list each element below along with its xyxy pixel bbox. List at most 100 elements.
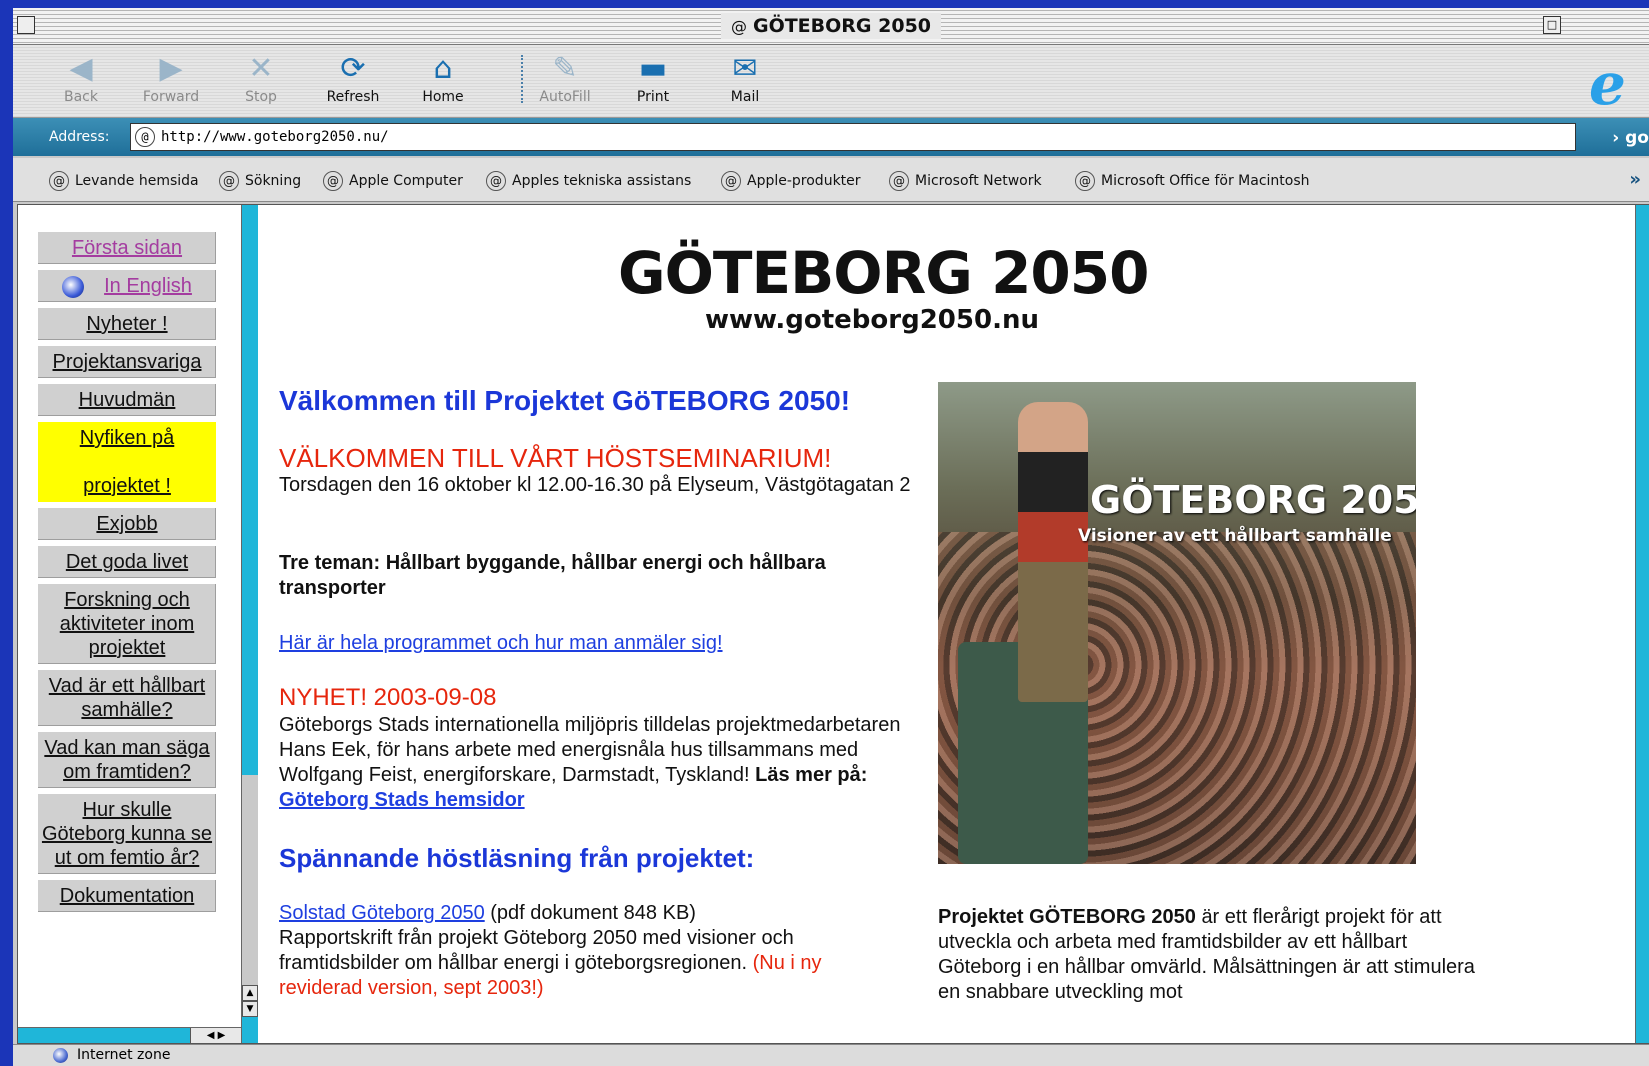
- refresh-label: Refresh: [326, 89, 380, 105]
- internet-explorer-logo: e: [1589, 50, 1626, 118]
- goteborg-stad-link[interactable]: Göteborg Stads hemsidor: [279, 789, 525, 811]
- solstad-pdf-link[interactable]: Solstad Göteborg 2050: [279, 902, 485, 924]
- page-icon: @: [135, 127, 155, 147]
- main-vertical-scrollbar[interactable]: [1635, 205, 1649, 1043]
- globe-icon: [53, 1048, 68, 1063]
- address-url: http://www.goteborg2050.nu/: [161, 129, 389, 145]
- main-frame: GÖTEBORG 2050 www.goteborg2050.nu Välkom…: [258, 205, 1649, 1043]
- mail-label: Mail: [730, 89, 760, 105]
- autofill-button[interactable]: ✎ AutoFill: [525, 49, 605, 105]
- favorite-label: Apples tekniska assistans: [512, 173, 692, 189]
- page-icon: @: [730, 17, 747, 36]
- autofill-icon: ✎: [552, 51, 578, 86]
- scroll-down-arrow-icon[interactable]: ▼: [242, 1001, 258, 1017]
- stop-x-icon: ✕: [248, 51, 274, 86]
- nav-item-label: In English: [104, 275, 192, 297]
- nav-vertical-scrollbar[interactable]: ▲ ▼: [241, 205, 259, 1043]
- scroll-up-arrow-icon[interactable]: ▲: [242, 985, 258, 1001]
- page-icon: @: [721, 171, 741, 191]
- favorite-label: Apple Computer: [349, 173, 463, 189]
- page-icon: @: [1075, 171, 1095, 191]
- favorite-item[interactable]: @ Levande hemsida: [49, 171, 199, 191]
- nav-item-dokumentation[interactable]: Dokumentation: [37, 879, 217, 913]
- toolbar: ◀ Back ▶ Forward ✕ Stop ⟳ Refresh ⌂ Home ✎ Aut…: [13, 45, 1649, 118]
- solstad-description: Rapportskrift från projekt Göteborg 2050…: [279, 927, 794, 974]
- home-icon: ⌂: [433, 51, 453, 86]
- favorite-item[interactable]: @ Apple Computer: [323, 171, 463, 191]
- nav-item-forskning[interactable]: Forskning och aktiviteter inom projektet: [37, 583, 217, 665]
- favorite-label: Microsoft Office för Macintosh: [1101, 173, 1310, 189]
- close-box[interactable]: [17, 16, 35, 34]
- nav-item-nyheter[interactable]: Nyheter !: [37, 307, 217, 341]
- nav-item-hallbart-samhalle[interactable]: Vad är ett hållbart samhälle?: [37, 669, 217, 727]
- home-button[interactable]: ⌂ Home: [403, 49, 483, 105]
- refresh-icon: ⟳: [340, 51, 366, 86]
- page-icon: @: [219, 171, 239, 191]
- home-label: Home: [422, 89, 464, 105]
- favorite-item[interactable]: @ Microsoft Network: [889, 171, 1042, 191]
- nav-frame: Första sidan In English Nyheter ! Projek…: [18, 205, 241, 1043]
- project-description: Projektet GÖTEBORG 2050 är ett flerårigt…: [938, 905, 1478, 1005]
- favorite-item[interactable]: @ Microsoft Office för Macintosh: [1075, 171, 1310, 191]
- poster-title: GÖTEBORG 2050: [1090, 478, 1416, 522]
- back-arrow-icon: ◀: [69, 51, 93, 86]
- nav-item-femtio-ar[interactable]: Hur skulle Göteborg kunna se ut om femti…: [37, 793, 217, 875]
- zoom-box[interactable]: □: [1543, 16, 1561, 34]
- title-bar[interactable]: @ GÖTEBORG 2050 □: [13, 8, 1649, 45]
- nav-item-exjobb[interactable]: Exjobb: [37, 507, 217, 541]
- nav-item-huvudman[interactable]: Huvudmän: [37, 383, 217, 417]
- nav-item-forsta-sidan[interactable]: Första sidan: [37, 231, 217, 265]
- horizontal-scroll-arrows[interactable]: ◀ ▶: [190, 1028, 241, 1043]
- nav-item-in-english[interactable]: In English: [37, 269, 217, 303]
- page-icon: @: [486, 171, 506, 191]
- print-button[interactable]: ▬ Print: [613, 49, 693, 105]
- favorite-label: Apple-produkter: [747, 173, 861, 189]
- favorite-item[interactable]: @ Sökning: [219, 171, 301, 191]
- nav-item-nyfiken[interactable]: Nyfiken på projektet !: [37, 421, 217, 503]
- favorite-item[interactable]: @ Apple-produkter: [721, 171, 861, 191]
- window-title-text: GÖTEBORG 2050: [752, 15, 932, 37]
- scroll-thumb[interactable]: [243, 205, 257, 775]
- solstad-entry: Solstad Göteborg 2050 (pdf dokument 848 …: [279, 901, 899, 1001]
- globe-icon: [62, 275, 85, 298]
- scroll-track[interactable]: [242, 775, 258, 985]
- go-button[interactable]: › go: [1612, 128, 1649, 148]
- back-label: Back: [64, 89, 98, 105]
- more-favorites-chevron-icon[interactable]: »: [1629, 169, 1641, 190]
- nav-item-det-goda-livet[interactable]: Det goda livet: [37, 545, 217, 579]
- seminar-heading: VÄLKOMMEN TILL VÅRT HÖSTSEMINARIUM!: [279, 443, 832, 473]
- nav-item-framtiden[interactable]: Vad kan man säga om framtiden?: [37, 731, 217, 789]
- nav-item-label: Nyfiken på: [79, 427, 175, 449]
- stop-label: Stop: [245, 89, 277, 105]
- program-link[interactable]: Här är hela programmet och hur man anmäl…: [279, 632, 723, 655]
- go-label: go: [1625, 128, 1649, 148]
- window-title: @ GÖTEBORG 2050: [720, 13, 942, 39]
- stop-button[interactable]: ✕ Stop: [221, 49, 301, 105]
- nav-list: Första sidan In English Nyheter ! Projek…: [37, 231, 217, 917]
- seminar-date: Torsdagen den 16 oktober kl 12.00-16.30 …: [279, 474, 911, 496]
- favorite-item[interactable]: @ Apples tekniska assistans: [486, 171, 691, 191]
- page-icon: @: [49, 171, 69, 191]
- back-button[interactable]: ◀ Back: [41, 49, 121, 105]
- seminar-themes: Tre teman: Hållbart byggande, hållbar en…: [279, 552, 826, 599]
- nav-item-projektansvariga[interactable]: Projektansvariga: [37, 345, 217, 379]
- browser-window: @ GÖTEBORG 2050 □ ◀ Back ▶ Forward ✕ Stop ⟳ R…: [13, 8, 1649, 1066]
- favorite-label: Sökning: [245, 173, 302, 189]
- news-more-label: Läs mer på:: [755, 764, 868, 786]
- address-input[interactable]: @ http://www.goteborg2050.nu/: [130, 123, 1576, 151]
- project-poster-image: GÖTEBORG 2050 Visioner av ett hållbart s…: [938, 382, 1416, 864]
- page-title: GÖTEBORG 2050: [618, 239, 1149, 307]
- nav-horizontal-scrollbar[interactable]: ◀ ▶: [18, 1027, 241, 1043]
- mail-envelope-icon: ✉: [732, 51, 758, 86]
- mail-button[interactable]: ✉ Mail: [705, 49, 785, 105]
- printer-icon: ▬: [638, 51, 668, 86]
- forward-button[interactable]: ▶ Forward: [131, 49, 211, 105]
- forward-arrow-icon: ▶: [159, 51, 183, 86]
- page-subtitle-url: www.goteborg2050.nu: [705, 305, 1039, 335]
- page-icon: @: [323, 171, 343, 191]
- address-bar: Address: @ http://www.goteborg2050.nu/ › …: [13, 118, 1649, 156]
- refresh-button[interactable]: ⟳ Refresh: [313, 49, 393, 105]
- favorites-bar: @ Levande hemsida @ Sökning @ Apple Compute…: [13, 158, 1649, 202]
- news-text: Göteborgs Stads internationella miljöpri…: [279, 713, 939, 813]
- poster-subtitle: Visioner av ett hållbart samhälle: [1078, 526, 1392, 546]
